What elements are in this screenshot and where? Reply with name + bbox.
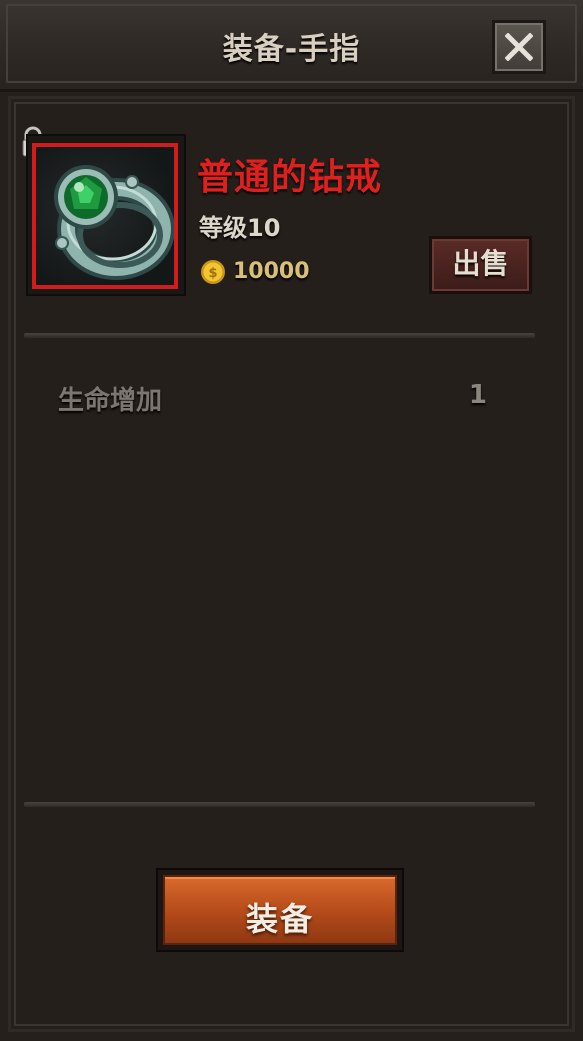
stat-label: 生命增加 [58,386,163,416]
equipment-dialog: 装备-手指 普通的钻戒 等级10 $ 10000 出售 生命增加 1 装备 [0,0,583,1041]
stat-value: 1 [468,380,487,410]
emerald-ring-icon [54,165,174,280]
coin-icon: $ [201,260,225,284]
item-level: 等级10 [199,214,281,242]
item-name: 普通的钻戒 [197,157,383,198]
item-price: 10000 [233,259,310,284]
sell-button[interactable]: 出售 [429,236,532,294]
item-slot[interactable] [32,143,178,289]
close-button[interactable] [492,20,546,74]
divider [24,333,535,338]
close-icon [505,33,533,61]
equip-button-label: 装备 [245,900,314,938]
svg-text:$: $ [208,266,217,281]
equip-button[interactable]: 装备 [156,868,404,952]
divider [24,802,535,807]
